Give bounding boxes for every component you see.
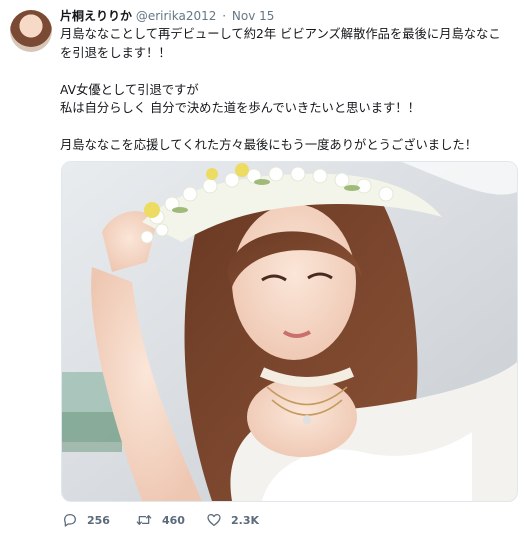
tweet-text-line: AV女優として引退ですが (60, 82, 199, 97)
like-button[interactable]: 2.3K (206, 510, 259, 530)
author-name[interactable]: 片桐えりりか (60, 9, 132, 23)
tweet[interactable]: 片桐えりりか @eririka2012 · Nov 15 月島ななことして再デビ… (0, 0, 526, 534)
reply-count: 256 (87, 513, 110, 527)
tweet-timestamp[interactable]: Nov 15 (232, 9, 275, 23)
tweet-text: 月島ななことして再デビューして約2年 ビビアンズ解散作品を最後に月島ななこ を引… (60, 25, 516, 155)
header-separator: · (222, 9, 227, 23)
reply-button[interactable]: 256 (62, 510, 110, 530)
tweet-text-line: 月島ななことして再デビューして約2年 ビビアンズ解散作品を最後に月島ななこ (60, 27, 501, 41)
tweet-text-line: 月島ななこを応援してくれた方々最後にもう一度ありがとうございました！ (60, 138, 477, 152)
photo-image (62, 162, 517, 501)
tweet-photo[interactable] (61, 161, 518, 502)
retweet-count: 460 (162, 513, 185, 527)
author-handle[interactable]: @eririka2012 (136, 9, 217, 23)
retweet-button[interactable]: 460 (135, 510, 185, 530)
avatar[interactable] (10, 10, 52, 52)
retweet-icon (136, 515, 152, 525)
heart-icon (207, 514, 221, 526)
reply-icon (64, 514, 76, 527)
tweet-text-line: を引退をします！！ (60, 45, 171, 60)
like-count: 2.3K (231, 513, 260, 527)
tweet-text-line: 私は自分らしく 自分で決めた道を歩んでいきたいと思います！！ (60, 101, 420, 115)
tweet-header: 片桐えりりか @eririka2012 · Nov 15 (60, 8, 274, 24)
